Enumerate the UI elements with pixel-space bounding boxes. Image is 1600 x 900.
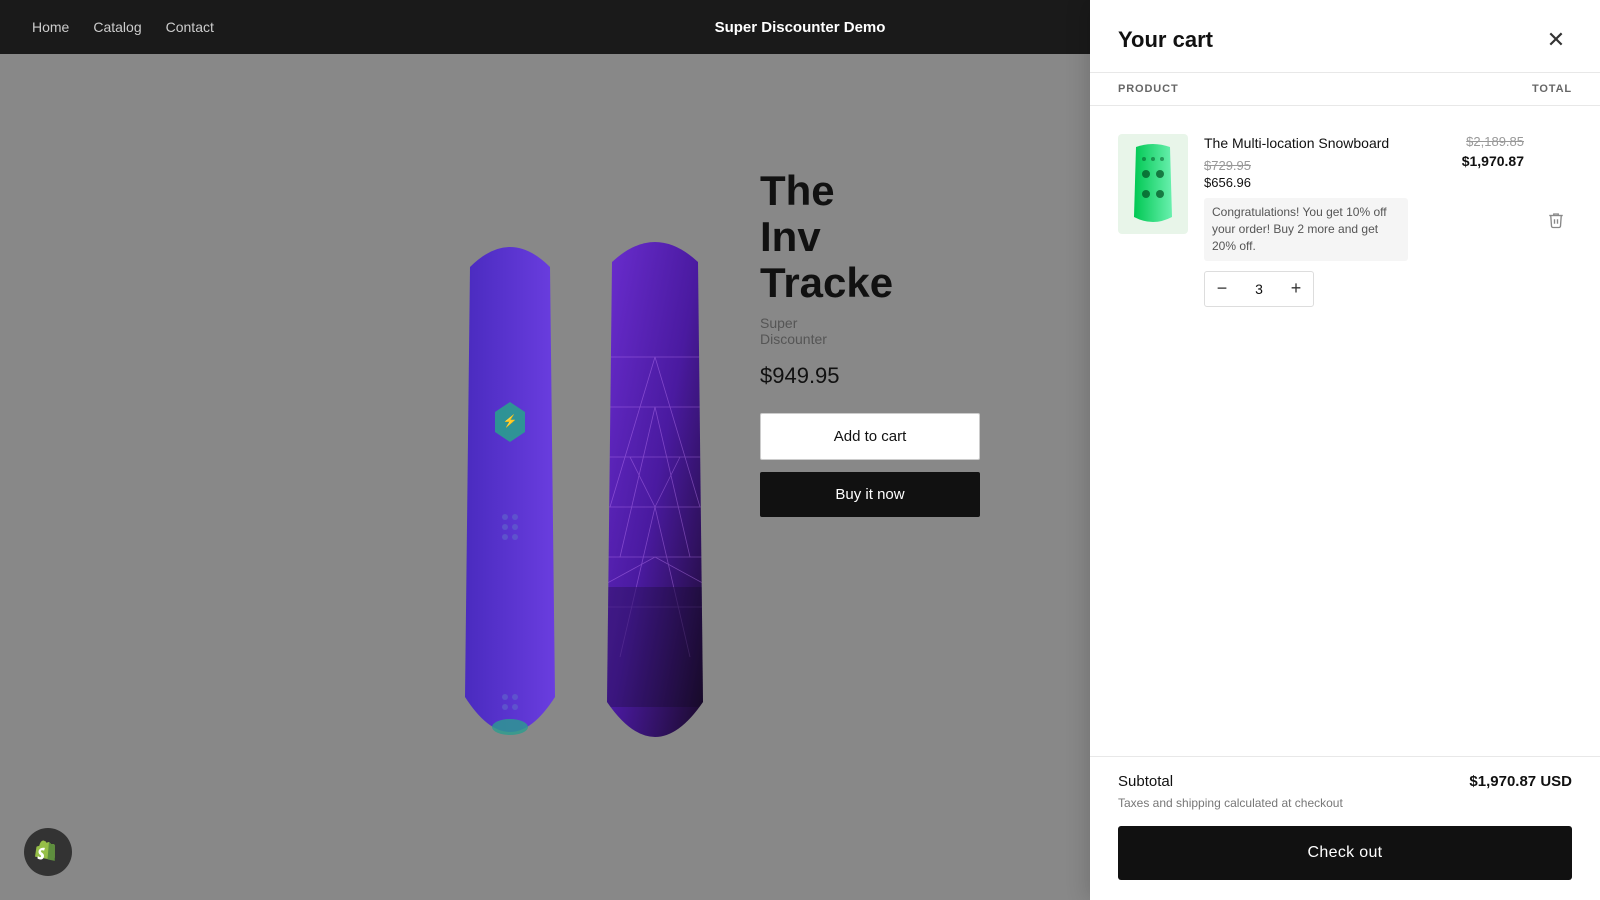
product-column-label: PRODUCT bbox=[1118, 83, 1179, 95]
nav-links: Home Catalog Contact bbox=[32, 19, 214, 35]
subtotal-row: Subtotal $1,970.87 USD bbox=[1118, 773, 1572, 790]
cart-item-name: The Multi-location Snowboard bbox=[1204, 134, 1408, 152]
cart-item-thumbnail bbox=[1118, 134, 1188, 234]
subtotal-label: Subtotal bbox=[1118, 773, 1173, 790]
quantity-decrease-button[interactable]: − bbox=[1205, 272, 1239, 306]
add-to-cart-button[interactable]: Add to cart bbox=[760, 413, 980, 460]
product-info-panel: The InvTracke Super Discounter $949.95 A… bbox=[720, 108, 800, 900]
nav-catalog[interactable]: Catalog bbox=[93, 19, 141, 35]
shopify-badge[interactable] bbox=[24, 828, 72, 876]
cart-item-original-price: $729.95 bbox=[1204, 158, 1408, 173]
cart-item-promo-text: Congratulations! You get 10% off your or… bbox=[1204, 198, 1408, 260]
cart-item-details: The Multi-location Snowboard $729.95 $65… bbox=[1204, 134, 1408, 307]
site-title: Super Discounter Demo bbox=[715, 19, 886, 36]
cart-footer: Subtotal $1,970.87 USD Taxes and shippin… bbox=[1090, 756, 1600, 900]
cart-panel: Your cart ✕ PRODUCT TOTAL bbox=[1090, 0, 1600, 900]
quantity-control: − 3 + bbox=[1204, 271, 1314, 307]
remove-item-button[interactable] bbox=[1540, 204, 1572, 236]
close-cart-button[interactable]: ✕ bbox=[1540, 24, 1572, 56]
quantity-value: 3 bbox=[1239, 281, 1279, 297]
nav-home[interactable]: Home bbox=[32, 19, 69, 35]
cart-item-total-price: $1,970.87 bbox=[1462, 153, 1524, 169]
cart-item: The Multi-location Snowboard $729.95 $65… bbox=[1118, 122, 1572, 319]
cart-header: Your cart ✕ bbox=[1090, 0, 1600, 73]
snowboard-image-right bbox=[590, 207, 720, 787]
cart-items-list: The Multi-location Snowboard $729.95 $65… bbox=[1090, 106, 1600, 756]
buy-now-button[interactable]: Buy it now bbox=[760, 472, 980, 517]
svg-text:⚡: ⚡ bbox=[503, 414, 518, 428]
tax-note: Taxes and shipping calculated at checkou… bbox=[1118, 796, 1572, 810]
cart-item-totals: $2,189.85 $1,970.87 bbox=[1424, 134, 1524, 307]
cart-item-total-original: $2,189.85 bbox=[1466, 134, 1524, 149]
snowboard-image-left: ⚡ bbox=[450, 207, 570, 787]
total-column-label: TOTAL bbox=[1532, 83, 1572, 95]
quantity-increase-button[interactable]: + bbox=[1279, 272, 1313, 306]
product-page: ⚡ bbox=[0, 54, 1090, 900]
cart-item-sale-price: $656.96 bbox=[1204, 175, 1408, 190]
subtotal-value: $1,970.87 USD bbox=[1469, 773, 1572, 790]
trash-icon bbox=[1547, 211, 1565, 229]
checkout-button[interactable]: Check out bbox=[1118, 826, 1572, 880]
shopify-icon bbox=[35, 839, 61, 865]
cart-title: Your cart bbox=[1118, 27, 1213, 53]
nav-contact[interactable]: Contact bbox=[166, 19, 214, 35]
product-images: ⚡ bbox=[450, 207, 720, 787]
cart-column-headers: PRODUCT TOTAL bbox=[1090, 73, 1600, 106]
